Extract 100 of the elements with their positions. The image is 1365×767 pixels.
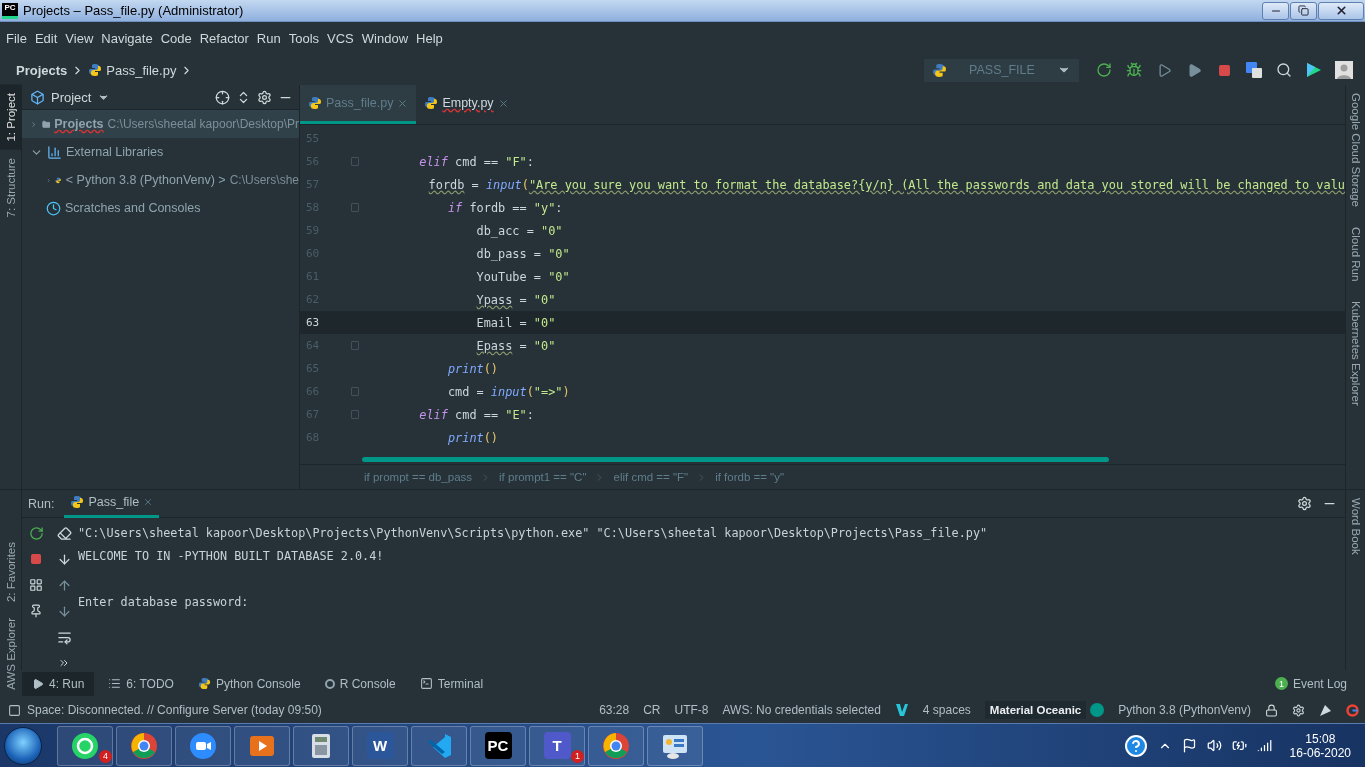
clock-date[interactable]: 16-06-2020 xyxy=(1289,745,1351,760)
speaker-icon[interactable] xyxy=(1206,738,1222,753)
layout-icon[interactable] xyxy=(29,578,43,592)
minimize-button[interactable] xyxy=(1262,1,1289,20)
rerun-icon[interactable] xyxy=(28,525,44,541)
tree-item-label[interactable]: < Python 3.8 (PythonVenv) > xyxy=(65,173,226,187)
browser-icon[interactable] xyxy=(129,730,159,761)
breadcrumb[interactable]: Pass_file.py xyxy=(106,62,177,78)
down-arrow-icon[interactable] xyxy=(56,603,72,619)
code-line: fordb = input("Are you sure you want to format the database?{y/n} (All the passwords and data you stored will be changed to valu xyxy=(427,177,1345,192)
clock-time[interactable]: 15:08 xyxy=(1305,731,1336,746)
rerun-icon[interactable] xyxy=(1096,62,1112,78)
fold-marker-icon[interactable] xyxy=(351,341,359,350)
eraser-icon[interactable] xyxy=(56,525,72,541)
panel-title[interactable]: Project xyxy=(51,89,92,105)
tool-window-tab[interactable]: 7: Structure xyxy=(0,149,22,226)
tool-window-tab[interactable]: 1: Project xyxy=(0,85,22,150)
caret-position[interactable]: 63:28 xyxy=(599,703,630,717)
interpreter-setting[interactable]: Python 3.8 (PythonVenv) xyxy=(1118,703,1251,717)
signal-icon[interactable] xyxy=(1256,738,1272,753)
menu-item[interactable]: File xyxy=(2,31,31,46)
notification-badge: 1 xyxy=(571,749,584,763)
more-icon[interactable] xyxy=(58,657,70,669)
fold-marker-icon[interactable] xyxy=(351,387,359,396)
code-line: Email = "0" xyxy=(475,315,556,330)
file-encoding[interactable]: UTF-8 xyxy=(674,703,709,717)
memory-icon[interactable] xyxy=(1319,703,1332,717)
menu-item[interactable]: Tools xyxy=(284,31,324,46)
lock-icon[interactable] xyxy=(1265,703,1278,717)
tool-window-button[interactable]: 4: Run xyxy=(22,671,95,696)
chat-app-icon[interactable] xyxy=(70,730,100,761)
tool-window-button[interactable]: Python Console xyxy=(187,671,311,696)
google-icon[interactable] xyxy=(1346,703,1359,717)
tree-item-label[interactable]: Projects xyxy=(54,117,104,131)
tree-item-path: C:\Users\she xyxy=(229,173,299,187)
locate-icon[interactable] xyxy=(215,89,230,105)
settings-icon[interactable] xyxy=(1297,496,1312,511)
tree-item-label[interactable]: External Libraries xyxy=(66,145,164,159)
up-arrow-icon[interactable] xyxy=(56,577,72,593)
menu-item[interactable]: Help xyxy=(412,31,447,46)
fold-marker-icon[interactable] xyxy=(351,410,359,419)
python-icon xyxy=(197,677,211,690)
menu-item[interactable]: Window xyxy=(357,31,413,46)
menu-item[interactable]: Refactor xyxy=(195,31,253,46)
inspector-icon[interactable] xyxy=(1292,703,1305,717)
teams-icon[interactable]: T xyxy=(543,732,571,759)
browser-icon[interactable] xyxy=(601,730,631,761)
word-icon[interactable]: W xyxy=(366,732,394,759)
menu-item[interactable]: Run xyxy=(252,31,285,46)
plugin-icon[interactable] xyxy=(894,703,909,717)
scroll-to-end-icon[interactable] xyxy=(56,551,72,567)
settings-icon[interactable] xyxy=(257,89,272,105)
theme-name[interactable]: Material Oceanic xyxy=(984,701,1087,719)
help-icon[interactable] xyxy=(1123,733,1148,758)
video-camera-icon[interactable] xyxy=(188,730,218,761)
event-log-button[interactable]: 1 Event Log xyxy=(1264,671,1357,696)
tool-window-button[interactable]: Terminal xyxy=(409,671,494,696)
tool-window-tab[interactable]: Kubernetes Explorer xyxy=(1344,293,1365,414)
fold-marker-icon[interactable] xyxy=(351,157,359,166)
editor-tab[interactable]: Empty.py xyxy=(416,85,517,124)
aws-status[interactable]: AWS: No credentials selected xyxy=(722,703,881,717)
menu-item[interactable]: Navigate xyxy=(97,31,157,46)
tool-window-button[interactable]: R Console xyxy=(314,671,406,696)
indent-setting[interactable]: 4 spaces xyxy=(922,703,971,717)
line-separator[interactable]: CR xyxy=(643,703,661,717)
tree-item-label[interactable]: Scratches and Consoles xyxy=(65,201,201,215)
close-button[interactable] xyxy=(1318,1,1364,20)
translate-icon[interactable] xyxy=(1245,61,1263,79)
flag-icon[interactable] xyxy=(1181,738,1197,753)
start-button[interactable] xyxy=(4,726,42,765)
menu-item[interactable]: View xyxy=(61,31,98,46)
battery-icon[interactable] xyxy=(1231,738,1247,753)
search-icon[interactable] xyxy=(1276,62,1292,78)
scrollbar-thumb[interactable] xyxy=(362,457,1109,462)
close-tab-icon[interactable] xyxy=(497,97,509,109)
tool-window-tab[interactable]: Google Cloud Storage xyxy=(1344,85,1365,215)
tool-window-button[interactable]: 6: TODO xyxy=(98,671,184,696)
menu-item[interactable]: Edit xyxy=(30,31,62,46)
pycharm-icon[interactable]: PC xyxy=(484,732,512,759)
stop-icon[interactable] xyxy=(30,553,42,565)
tool-window-tab[interactable]: Word Book xyxy=(1344,490,1365,563)
menu-item[interactable]: Code xyxy=(156,31,196,46)
breadcrumb[interactable]: Projects xyxy=(16,62,68,78)
run-tab[interactable]: Pass_file xyxy=(64,489,160,518)
menu-item[interactable]: VCS xyxy=(323,31,358,46)
plugin-logo-icon[interactable] xyxy=(1305,61,1323,79)
r-icon xyxy=(324,678,335,689)
coverage-icon[interactable] xyxy=(1156,62,1172,78)
run-icon[interactable] xyxy=(1186,62,1202,78)
close-tab-icon[interactable] xyxy=(143,497,154,507)
pin-icon[interactable] xyxy=(29,604,43,618)
debug-icon[interactable] xyxy=(1126,62,1142,78)
restore-button[interactable] xyxy=(1290,1,1317,20)
tool-window-tab[interactable]: 2: Favorites xyxy=(0,534,22,611)
layout-toggle-icon[interactable] xyxy=(8,703,21,717)
tool-window-tab[interactable]: Cloud Run xyxy=(1344,218,1365,290)
stop-icon[interactable] xyxy=(1217,63,1231,77)
fold-marker-icon[interactable] xyxy=(351,203,359,212)
tool-window-tab[interactable]: AWS Explorer xyxy=(0,610,22,698)
wrap-icon[interactable] xyxy=(56,629,72,645)
